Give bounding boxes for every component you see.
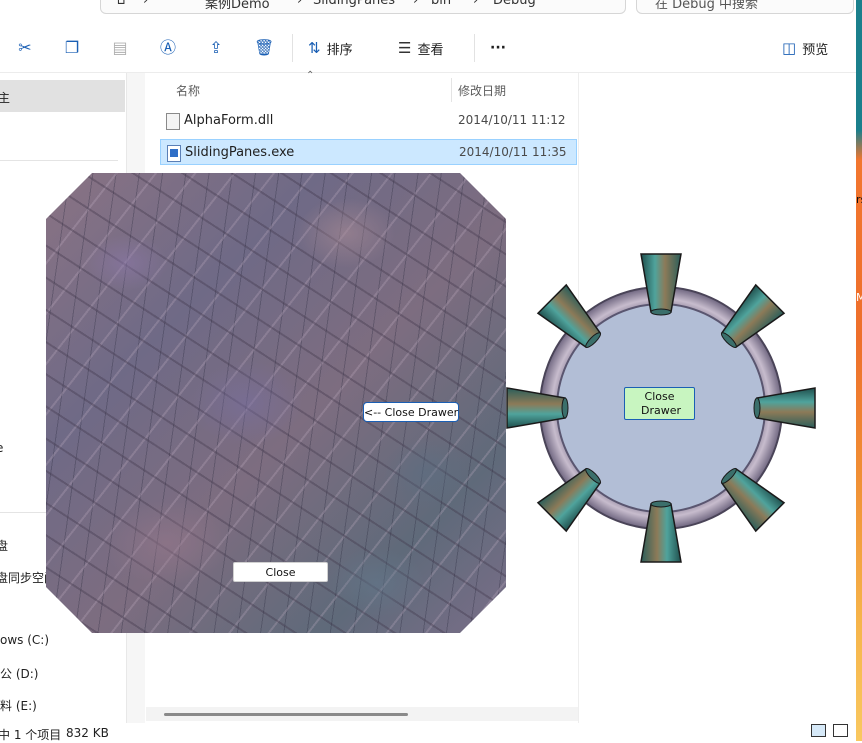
nav-item-label[interactable]: 主	[0, 89, 10, 106]
search-placeholder: 在 Debug 中搜索	[655, 0, 759, 12]
sort-ascending-icon: ⌃	[306, 70, 315, 81]
chevron-right-icon: ›	[143, 0, 149, 8]
nav-divider	[0, 160, 118, 161]
view-label: 查看	[417, 42, 444, 58]
preview-label: 预览	[802, 42, 829, 58]
preview-pane-icon: ◫	[782, 39, 797, 57]
status-selection: 中 1 个项目	[0, 728, 62, 742]
sort-label: 排序	[326, 42, 353, 58]
nav-item-drive-c[interactable]: ows (C:)	[0, 633, 49, 647]
column-divider[interactable]	[451, 78, 452, 102]
sort-icon: ⇅	[308, 39, 321, 57]
file-name: SlidingPanes.exe	[185, 145, 295, 160]
toolbar-divider	[474, 34, 475, 62]
column-header-date[interactable]: 修改日期	[458, 82, 506, 99]
nav-item-selected[interactable]	[0, 80, 125, 112]
column-header-name[interactable]: 名称	[176, 82, 200, 99]
close-button[interactable]: Close	[233, 562, 328, 582]
status-size: 832 KB	[66, 726, 109, 740]
chevron-right-icon: ›	[297, 0, 303, 8]
breadcrumb-0[interactable]: 案例Demo	[205, 0, 270, 12]
tiles-view-icon[interactable]	[833, 724, 848, 737]
nav-item-label[interactable]: e	[0, 441, 3, 455]
close-drawer-button[interactable]: <-- Close Drawer	[363, 402, 459, 422]
breadcrumb-2[interactable]: bin	[431, 0, 451, 8]
details-view-icon[interactable]	[811, 724, 826, 737]
copy-icon[interactable]: ❐	[62, 38, 82, 58]
desktop-fragment: M	[856, 291, 862, 304]
more-button[interactable]: ···	[490, 38, 506, 58]
nav-item-label[interactable]: 盘	[0, 537, 8, 554]
nav-item-drive-d[interactable]: 公 (D:)	[0, 665, 38, 682]
exe-file-icon	[167, 145, 181, 162]
view-icon: ☰	[398, 39, 412, 57]
preview-button[interactable]: ◫ 预览	[782, 38, 828, 58]
delete-icon[interactable]: 🗑	[254, 38, 274, 58]
desktop-fragment: rs	[856, 193, 862, 206]
file-date: 2014/10/11 11:35	[459, 145, 567, 159]
desktop-background	[856, 0, 862, 741]
address-bar[interactable]: ⌂ › 案例Demo › SlidingPanes › bin › Debug	[100, 0, 626, 14]
paste-icon[interactable]: ▤	[110, 38, 130, 58]
chevron-right-icon: ›	[413, 0, 419, 8]
dll-file-icon	[166, 113, 180, 130]
toolbar-divider	[292, 34, 293, 62]
share-icon[interactable]: ⇪	[206, 38, 226, 58]
file-date: 2014/10/11 11:12	[458, 113, 566, 127]
gear-close-drawer-button[interactable]: Close Drawer	[624, 387, 695, 420]
command-bar: ✂ ❐ ▤ Ⓐ ⇪ 🗑 ⇅ 排序 ☰ 查看 ··· ◫ 预览	[0, 24, 856, 73]
breadcrumb-3[interactable]: Debug	[493, 0, 536, 8]
view-button[interactable]: ☰ 查看	[398, 38, 443, 58]
chevron-right-icon: ›	[473, 0, 479, 8]
nav-item-drive-e[interactable]: 料 (E:)	[0, 697, 37, 714]
home-icon: ⌂	[117, 0, 126, 8]
horizontal-scroll-thumb[interactable]	[164, 713, 408, 716]
cut-icon[interactable]: ✂	[15, 38, 35, 58]
sort-button[interactable]: ⇅ 排序	[308, 38, 353, 58]
search-input[interactable]: 在 Debug 中搜索	[636, 0, 854, 14]
file-name: AlphaForm.dll	[184, 113, 274, 128]
file-row-selected[interactable]: SlidingPanes.exe 2014/10/11 11:35	[160, 139, 577, 165]
file-row[interactable]: AlphaForm.dll 2014/10/11 11:12	[160, 108, 577, 134]
status-bar: 中 1 个项目 832 KB	[0, 723, 856, 742]
rename-icon[interactable]: Ⓐ	[158, 38, 178, 58]
breadcrumb-1[interactable]: SlidingPanes	[313, 0, 395, 8]
